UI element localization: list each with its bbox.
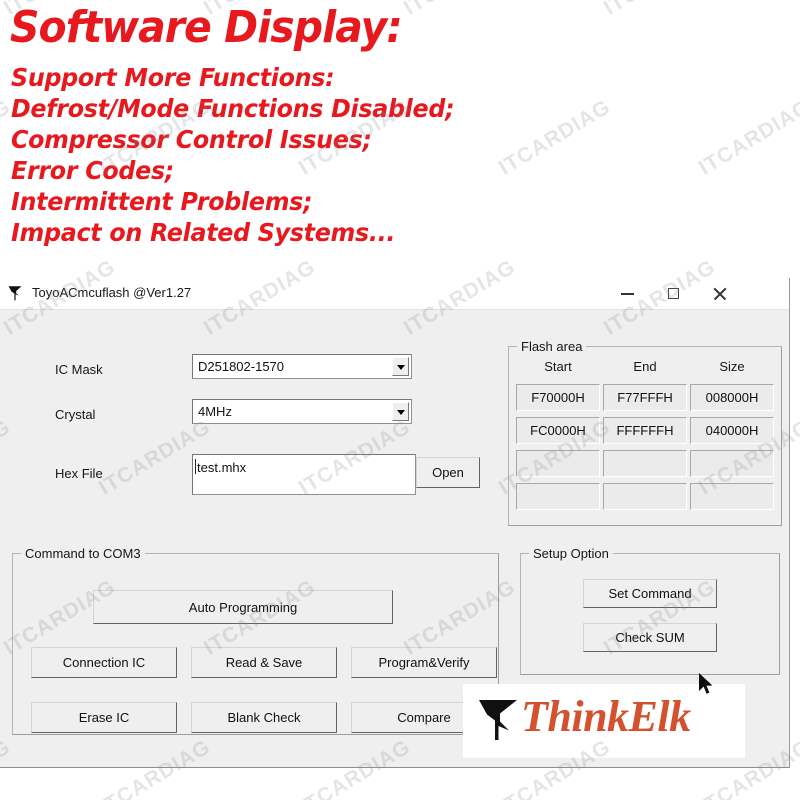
promo-line: Error Codes;: [11, 156, 175, 185]
promo-line: Compressor Control Issues;: [11, 125, 372, 154]
hex-file-label: Hex File: [55, 466, 103, 481]
flash-cell-start[interactable]: F70000H: [516, 384, 600, 411]
text-caret: [195, 459, 196, 474]
promo-line: Defrost/Mode Functions Disabled;: [11, 94, 455, 123]
flash-column-end: End: [633, 359, 657, 374]
set-command-button[interactable]: Set Command: [583, 579, 717, 608]
chevron-down-icon[interactable]: [392, 402, 409, 421]
ic-mask-label: IC Mask: [55, 362, 103, 377]
flash-cell-size[interactable]: [690, 450, 774, 477]
maximize-icon: [668, 288, 679, 299]
promo-feature-list: Support More Functions: Defrost/Mode Fun…: [11, 62, 791, 248]
client-area: IC Mask D251802-1570 Crystal 4MHz Hex Fi…: [0, 310, 789, 767]
setup-option-title: Setup Option: [529, 546, 613, 561]
thinkelk-antler-icon: [477, 698, 519, 742]
chevron-down-icon[interactable]: [392, 357, 409, 376]
close-button[interactable]: [697, 278, 743, 309]
promo-line: Support More Functions:: [11, 63, 335, 92]
command-group: Command to COM3 Auto Programming Connect…: [12, 546, 499, 735]
flash-area-title: Flash area: [517, 339, 587, 354]
promo-title: Software Display:: [10, 2, 403, 53]
flash-area-group: Flash area Start End Size F70000H F77FFF…: [508, 339, 782, 526]
minimize-icon: [621, 293, 634, 295]
setup-option-group: Setup Option Set Command Check SUM: [520, 546, 780, 675]
window-title: ToyoACmcuflash @Ver1.27: [32, 285, 192, 300]
flash-cell-end[interactable]: F77FFFH: [603, 384, 687, 411]
erase-ic-button[interactable]: Erase IC: [31, 702, 177, 733]
title-bar[interactable]: ToyoACmcuflash @Ver1.27: [0, 278, 789, 310]
flash-cell-end[interactable]: [603, 450, 687, 477]
open-button[interactable]: Open: [416, 457, 480, 488]
flash-cell-end[interactable]: [603, 483, 687, 510]
minimize-button[interactable]: [605, 278, 651, 309]
hex-file-value: test.mhx: [197, 460, 247, 475]
auto-programming-button[interactable]: Auto Programming: [93, 590, 393, 624]
ic-mask-value: D251802-1570: [198, 359, 285, 374]
ic-mask-combo[interactable]: D251802-1570: [192, 354, 412, 379]
mouse-cursor: [698, 672, 715, 702]
command-group-title: Command to COM3: [21, 546, 145, 561]
crystal-value: 4MHz: [198, 404, 232, 419]
maximize-button[interactable]: [651, 278, 697, 309]
check-sum-button[interactable]: Check SUM: [583, 623, 717, 652]
flash-cell-size[interactable]: 008000H: [690, 384, 774, 411]
flash-column-size: Size: [719, 359, 745, 374]
flash-cell-end[interactable]: FFFFFFH: [603, 417, 687, 444]
read-and-save-button[interactable]: Read & Save: [191, 647, 337, 678]
connection-ic-button[interactable]: Connection IC: [31, 647, 177, 678]
flash-cell-size[interactable]: 040000H: [690, 417, 774, 444]
flash-cell-start[interactable]: [516, 483, 600, 510]
crystal-combo[interactable]: 4MHz: [192, 399, 412, 424]
program-and-verify-button[interactable]: Program&Verify: [351, 647, 497, 678]
promo-line: Impact on Related Systems...: [11, 218, 396, 247]
promo-line: Intermittent Problems;: [11, 187, 313, 216]
flash-column-start: Start: [544, 359, 572, 374]
hex-file-input[interactable]: test.mhx: [192, 454, 416, 495]
blank-check-button[interactable]: Blank Check: [191, 702, 337, 733]
thinkelk-logo-text: ThinkElk: [521, 692, 691, 741]
crystal-label: Crystal: [55, 407, 96, 422]
promo-header: Software Display: Support More Functions…: [0, 0, 800, 278]
flash-cell-start[interactable]: FC0000H: [516, 417, 600, 444]
thinkelk-antler-icon: [7, 284, 25, 302]
flash-cell-size[interactable]: [690, 483, 774, 510]
flash-cell-start[interactable]: [516, 450, 600, 477]
application-window: ToyoACmcuflash @Ver1.27 IC Mask D251802-…: [0, 278, 790, 768]
